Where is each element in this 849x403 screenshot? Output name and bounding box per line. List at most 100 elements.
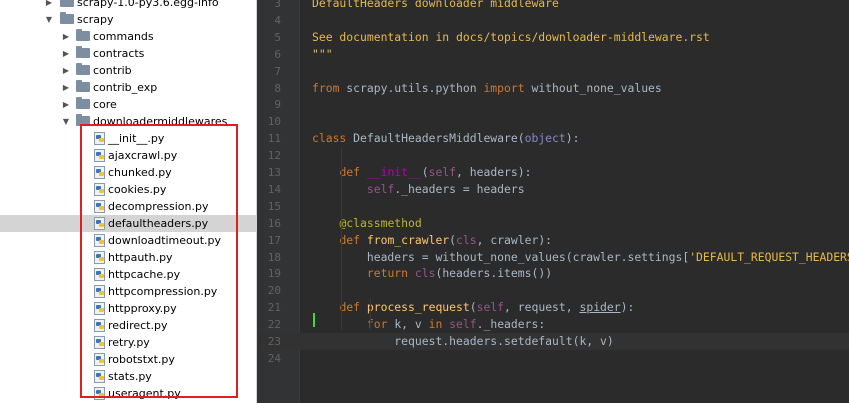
code-token: in [428,317,450,332]
code-token: class [312,131,354,146]
python-file-icon [94,302,106,315]
tree-file[interactable]: defaultheaders.py [0,215,256,232]
chevron-right-icon[interactable]: ▶ [61,28,71,45]
tree-file[interactable]: cookies.py [0,181,256,198]
python-file-icon [94,132,106,145]
code-line: 13 def __init__(self, headers): [257,164,849,181]
code-token: , crawler): [476,232,553,247]
code-token: See documentation in docs/topics/downloa… [312,29,710,44]
line-number: 21 [267,301,281,315]
code-token: DefaultHeaders downloader middleware [312,0,559,10]
chevron-right-icon[interactable]: ▶ [61,45,71,62]
tree-folder[interactable]: ▶ commands [0,28,256,45]
tree-folder[interactable]: ▶ contrib [0,62,256,79]
tree-item-label: httpcompression.py [108,285,218,298]
line-number: 24 [267,351,281,365]
code-token: from_crawler [366,232,450,247]
chevron-right-icon[interactable]: ▶ [44,0,54,11]
python-file-icon [94,285,106,298]
code-line: 11 class DefaultHeadersMiddleware(object)… [257,130,849,147]
code-token: self [476,300,505,315]
tree-file[interactable]: chunked.py [0,164,256,181]
python-file-icon [94,149,106,162]
code-text: class DefaultHeadersMiddleware(object): [312,130,579,147]
tree-file[interactable]: httpcompression.py [0,283,256,300]
python-file-icon [94,166,106,179]
code-line: 19 return cls(headers.items()) [257,265,849,282]
folder-icon [76,63,90,75]
code-line: 7 [257,63,849,80]
python-file-icon [94,370,106,383]
tree-item-label: redirect.py [108,319,168,332]
line-number: 19 [267,267,281,281]
tree-file[interactable]: redirect.py [0,317,256,334]
tree-file[interactable]: httpauth.py [0,249,256,266]
chevron-right-icon[interactable]: ▶ [61,96,71,113]
code-text: """ [312,46,333,63]
tree-item-label: robotstxt.py [108,353,175,366]
code-line: 3 DefaultHeaders downloader middleware [257,0,849,12]
code-token: object [524,131,566,146]
tree-file[interactable]: ajaxcrawl.py [0,147,256,164]
python-file-icon [94,336,106,349]
tree-folder[interactable]: ▶ core [0,96,256,113]
tree-item-label: useragent.py [108,387,181,400]
chevron-right-icon[interactable]: ▶ [61,62,71,79]
code-token: ): [620,300,635,315]
tree-folder[interactable]: ▼ scrapy [0,11,256,28]
python-file-icon [94,319,106,332]
tree-item-label: contrib [93,64,132,77]
code-line: 4 [257,12,849,29]
tree-file[interactable]: useragent.py [0,385,256,402]
python-file-icon [94,217,106,230]
line-number: 22 [267,318,281,332]
folder-icon [76,46,90,58]
tree-item-label: retry.py [108,336,150,349]
text-caret [313,313,315,327]
code-token: spider [579,300,621,315]
tree-item-label: httpproxy.py [108,302,177,315]
tree-file[interactable]: __init__.py [0,130,256,147]
tree-file[interactable]: stats.py [0,368,256,385]
tree-item-label: ajaxcrawl.py [108,149,178,162]
code-token: (headers.items()) [435,266,553,281]
line-number: 17 [267,233,281,247]
python-file-icon [94,353,106,366]
tree-folder[interactable]: ▼ downloadermiddlewares [0,113,256,130]
code-token: """ [312,46,333,61]
tree-folder[interactable]: ▶ contracts [0,45,256,62]
code-token: def [339,300,367,315]
tree-file[interactable]: downloadtimeout.py [0,232,256,249]
tree-file[interactable]: httpcache.py [0,266,256,283]
line-number: 13 [267,166,281,179]
code-token: without_none_values [531,80,662,95]
tree-file[interactable]: decompression.py [0,198,256,215]
code-line: 16 @classmethod [257,215,849,232]
code-text: DefaultHeaders downloader middleware [312,0,559,12]
tree-folder[interactable]: ▶ contrib_exp [0,79,256,96]
line-number: 10 [267,115,281,129]
chevron-down-icon[interactable]: ▼ [44,11,54,28]
code-token: ._headers: [476,317,546,332]
code-token: cls [414,266,436,281]
chevron-down-icon[interactable]: ▼ [61,113,71,130]
code-text: from scrapy.utils.python import without_… [312,80,662,97]
tree-file[interactable]: robotstxt.py [0,351,256,368]
tree-file[interactable]: httpproxy.py [0,300,256,317]
tree-file[interactable]: retry.py [0,334,256,351]
code-line: 18 headers = without_none_values(crawler… [257,249,849,266]
chevron-right-icon[interactable]: ▶ [61,79,71,96]
folder-icon [60,0,74,7]
code-token: , request, [504,300,580,315]
code-editor[interactable]: 3 DefaultHeaders downloader middleware 4 5 S… [257,0,849,403]
tree-folder[interactable]: ▶ scrapy-1.0-py3.6.egg-info [0,0,256,11]
code-line: 23 request.headers.setdefault(k, v) [257,333,849,350]
line-number: 14 [267,182,281,196]
code-token: scrapy.utils.python [346,80,484,95]
line-number: 4 [274,13,281,27]
code-text: def process_request(self, request, spide… [312,299,634,316]
line-number: 9 [274,98,281,112]
code-token: process_request [366,300,470,315]
